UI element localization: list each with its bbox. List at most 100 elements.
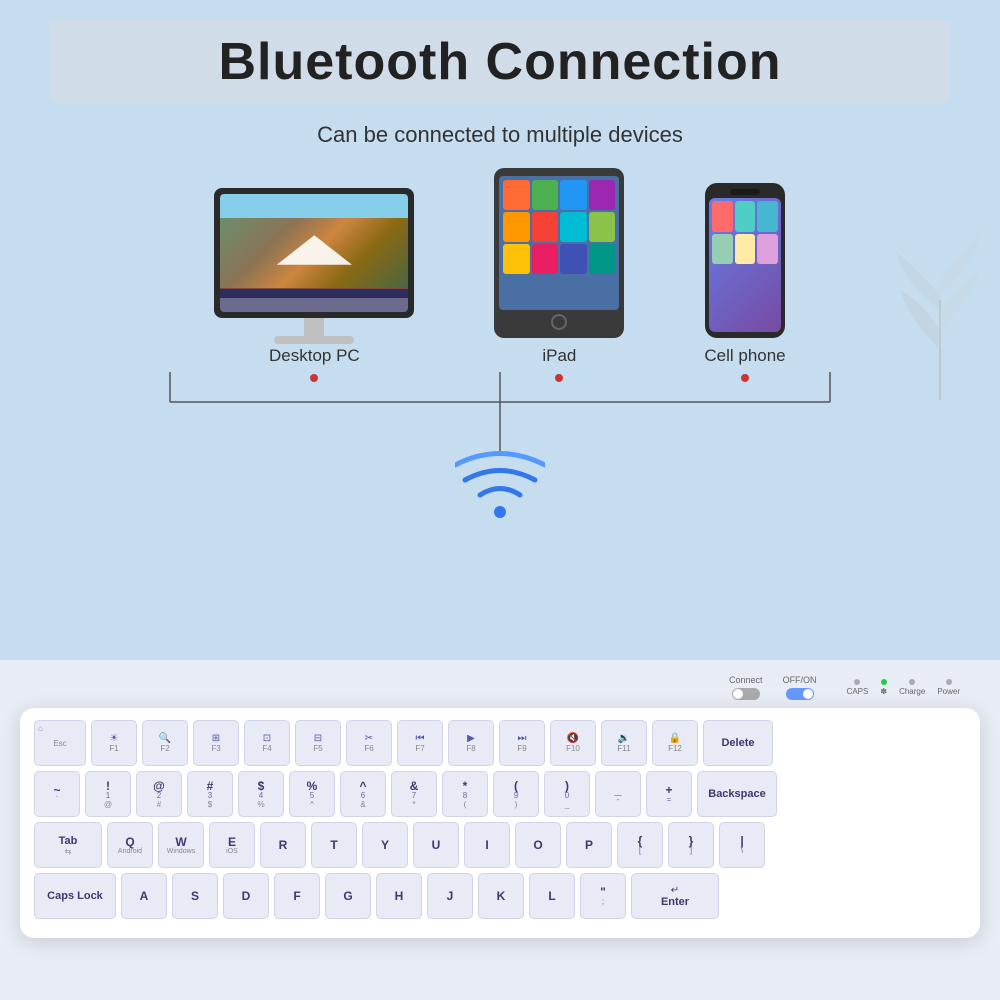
ipad-label: iPad (542, 346, 576, 366)
key-capslock[interactable]: Caps Lock (34, 873, 116, 919)
key-f2[interactable]: 🔍 F2 (142, 720, 188, 766)
key-f12[interactable]: 🔒 F12 (652, 720, 698, 766)
key-8[interactable]: * 8 ( (442, 771, 488, 817)
connect-label: Connect (729, 675, 763, 685)
subtitle: Can be connected to multiple devices (317, 122, 683, 148)
key-7[interactable]: & 7 * (391, 771, 437, 817)
key-backslash[interactable]: | \ (719, 822, 765, 868)
key-t[interactable]: T (311, 822, 357, 868)
mac-taskbar (220, 298, 408, 312)
key-f9[interactable]: ⏭ F9 (499, 720, 545, 766)
top-section: Bluetooth Connection Can be connected to… (0, 0, 1000, 660)
key-r[interactable]: R (260, 822, 306, 868)
key-esc[interactable]: ⌂ Esc (34, 720, 86, 766)
key-f3[interactable]: ⊞ F3 (193, 720, 239, 766)
key-f11[interactable]: 🔉 F11 (601, 720, 647, 766)
key-f10[interactable]: 🔇 F10 (550, 720, 596, 766)
phone-device (705, 183, 785, 338)
device-phone: Cell phone (704, 183, 785, 382)
key-h[interactable]: H (376, 873, 422, 919)
key-s[interactable]: S (172, 873, 218, 919)
f3-icon: ⊞ (212, 733, 220, 744)
indicator-area: CAPS ✽ Charge Power (847, 679, 960, 696)
ipad-app-1 (503, 180, 530, 210)
key-equals[interactable]: + = (646, 771, 692, 817)
f9-icon: ⏭ (518, 733, 527, 744)
phone-app-6 (757, 234, 778, 265)
key-3[interactable]: # 3 $ (187, 771, 233, 817)
key-delete[interactable]: Delete (703, 720, 773, 766)
key-f5[interactable]: ⊟ F5 (295, 720, 341, 766)
key-5[interactable]: % 5 ^ (289, 771, 335, 817)
key-a[interactable]: A (121, 873, 167, 919)
mac-screen-inner (220, 194, 408, 312)
key-e[interactable]: E iOS (209, 822, 255, 868)
f2-icon: 🔍 (159, 733, 171, 744)
key-q[interactable]: Q Android (107, 822, 153, 868)
key-p[interactable]: P (566, 822, 612, 868)
key-k[interactable]: K (478, 873, 524, 919)
device-desktop: Desktop PC (214, 188, 414, 382)
key-w[interactable]: W Windows (158, 822, 204, 868)
key-tilde[interactable]: ~ ` (34, 771, 80, 817)
ipad-app-4 (589, 180, 616, 210)
key-tab[interactable]: Tab ⇆ (34, 822, 102, 868)
ipad-screen (499, 176, 619, 310)
ipad-app-6 (532, 212, 559, 242)
key-enter[interactable]: ↵ Enter (631, 873, 719, 919)
f5-icon: ⊟ (314, 733, 322, 744)
key-semicolon[interactable]: " ; (580, 873, 626, 919)
main-title: Bluetooth Connection (90, 32, 910, 92)
key-y[interactable]: Y (362, 822, 408, 868)
phone-screen (709, 198, 781, 332)
bluetooth-indicator: ✽ (880, 679, 887, 696)
key-d[interactable]: D (223, 873, 269, 919)
plant-decoration (890, 200, 990, 400)
ipad-app-7 (560, 212, 587, 242)
key-f6[interactable]: ✂ F6 (346, 720, 392, 766)
key-f1[interactable]: ☀ F1 (91, 720, 137, 766)
phone-app-1 (712, 201, 733, 232)
key-backspace[interactable]: Backspace (697, 771, 777, 817)
key-o[interactable]: O (515, 822, 561, 868)
ipad-app-2 (532, 180, 559, 210)
key-minus[interactable]: _ - (595, 771, 641, 817)
key-j[interactable]: J (427, 873, 473, 919)
power-led (946, 679, 952, 685)
key-6[interactable]: ^ 6 & (340, 771, 386, 817)
connect-knob (733, 689, 743, 699)
key-f7[interactable]: ⏮ F7 (397, 720, 443, 766)
key-l[interactable]: L (529, 873, 575, 919)
ipad-app-10 (532, 244, 559, 274)
caps-indicator: CAPS (847, 679, 869, 696)
key-lbracket[interactable]: { [ (617, 822, 663, 868)
ipad-app-9 (503, 244, 530, 274)
ipad-app-11 (560, 244, 587, 274)
bluetooth-symbol: ✽ (880, 687, 887, 696)
key-u[interactable]: U (413, 822, 459, 868)
key-row-numbers: ~ ` ! 1 @ @ 2 # # 3 $ $ 4 % (34, 771, 966, 817)
ipad-device (494, 168, 624, 338)
phone-app-2 (735, 201, 756, 232)
esc-icon: ⌂ (38, 724, 43, 733)
keyboard-section: Connect OFF/ON CAPS ✽ Charge (0, 660, 1000, 1000)
key-9[interactable]: ( 9 ) (493, 771, 539, 817)
key-i[interactable]: I (464, 822, 510, 868)
key-g[interactable]: G (325, 873, 371, 919)
charge-label: Charge (899, 687, 925, 696)
key-1[interactable]: ! 1 @ (85, 771, 131, 817)
power-label: Power (937, 687, 960, 696)
key-f[interactable]: F (274, 873, 320, 919)
key-4[interactable]: $ 4 % (238, 771, 284, 817)
key-0[interactable]: ) 0 _ (544, 771, 590, 817)
desktop-label: Desktop PC (269, 346, 360, 366)
phone-app-5 (735, 234, 756, 265)
mac-monitor (214, 188, 414, 338)
phone-label: Cell phone (704, 346, 785, 366)
offon-toggle[interactable] (786, 688, 814, 700)
key-2[interactable]: @ 2 # (136, 771, 182, 817)
connect-toggle[interactable] (732, 688, 760, 700)
key-f8[interactable]: ▶ F8 (448, 720, 494, 766)
key-f4[interactable]: ⊡ F4 (244, 720, 290, 766)
key-rbracket[interactable]: } ] (668, 822, 714, 868)
